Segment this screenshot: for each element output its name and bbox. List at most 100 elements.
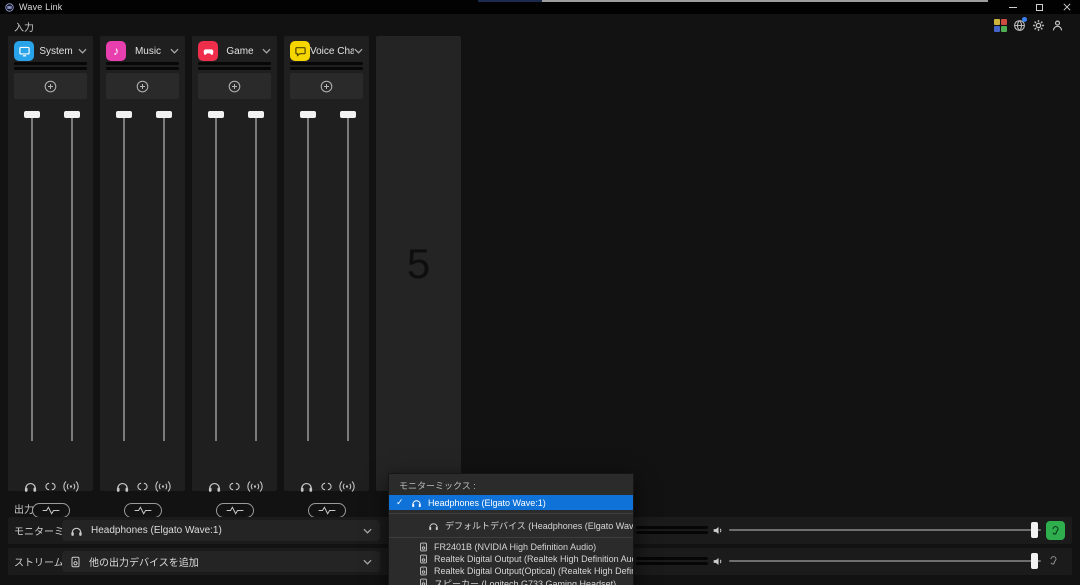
stream-volume-fader[interactable]	[71, 115, 73, 441]
menu-item-label: Headphones (Elgato Wave:1)	[428, 498, 546, 508]
add-effect-button[interactable]	[198, 73, 271, 99]
menu-item-selected[interactable]: ✓ Headphones (Elgato Wave:1)	[389, 495, 633, 510]
input-section-label: 入力	[14, 19, 34, 34]
chevron-down-icon[interactable]	[170, 48, 179, 54]
channel-name: Game	[218, 46, 262, 57]
channel-header[interactable]: Voice Chat	[284, 40, 369, 62]
level-meter	[106, 62, 179, 72]
broadcast-icon[interactable]	[339, 480, 355, 493]
link-icon[interactable]	[229, 481, 240, 492]
fader-handle[interactable]	[64, 111, 80, 118]
channel-header[interactable]: System	[8, 40, 93, 62]
stream-mix-device-value: 他の出力デバイスを追加	[89, 554, 355, 569]
slider-handle[interactable]	[1031, 553, 1038, 569]
gear-icon[interactable]	[1032, 19, 1045, 32]
headphones-icon	[70, 525, 83, 537]
chevron-down-icon[interactable]	[262, 48, 271, 54]
account-icon[interactable]	[1051, 19, 1064, 32]
speaker-device-icon	[419, 554, 428, 564]
menu-item-label: Realtek Digital Output (Realtek High Def…	[434, 554, 633, 564]
menu-separator	[389, 513, 633, 514]
menu-item-device[interactable]: スピーカー (Logitech G733 Gaming Headset)	[389, 577, 633, 585]
speaker-device-icon	[419, 566, 428, 576]
menu-item-device[interactable]: Realtek Digital Output(Optical) (Realtek…	[389, 565, 633, 577]
menu-item-default-device[interactable]: デフォルトデバイス (Headphones (Elgato Wave:1) (D…	[389, 517, 633, 534]
menu-item-device[interactable]: Realtek Digital Output (Realtek High Def…	[389, 553, 633, 565]
globe-update-icon[interactable]	[1013, 19, 1026, 32]
monitoring-toggle-off[interactable]	[1048, 554, 1059, 567]
broadcast-icon[interactable]	[247, 480, 263, 493]
headphone-volume-fader[interactable]	[123, 115, 125, 441]
marketplace-grid-icon[interactable]	[994, 19, 1007, 32]
fader-handle[interactable]	[208, 111, 224, 118]
effects-button[interactable]	[32, 503, 70, 518]
link-icon[interactable]	[45, 481, 56, 492]
headphones-icon[interactable]	[115, 480, 130, 493]
monitor-mix-level-meter	[636, 526, 708, 536]
channel-header[interactable]: Game	[192, 40, 277, 62]
headphones-icon[interactable]	[23, 480, 38, 493]
background-window-sliver	[478, 0, 542, 2]
gamepad-icon	[198, 41, 218, 61]
minimize-button[interactable]	[999, 0, 1026, 14]
broadcast-icon[interactable]	[63, 480, 79, 493]
menu-item-label: FR2401B (NVIDIA High Definition Audio)	[434, 542, 596, 552]
menu-separator	[389, 537, 633, 538]
broadcast-icon[interactable]	[155, 480, 171, 493]
effects-button[interactable]	[216, 503, 254, 518]
fader-handle[interactable]	[116, 111, 132, 118]
menu-item-device[interactable]: FR2401B (NVIDIA High Definition Audio)	[389, 541, 633, 553]
add-effect-button[interactable]	[290, 73, 363, 99]
monitor-mix-device-dropdown[interactable]: Headphones (Elgato Wave:1)	[62, 520, 380, 541]
close-button[interactable]	[1053, 0, 1080, 14]
toolbar	[994, 19, 1064, 32]
stream-mix-volume-slider[interactable]	[729, 560, 1041, 562]
empty-slot-number: 5	[407, 240, 430, 288]
headphone-volume-fader[interactable]	[215, 115, 217, 441]
effects-button[interactable]	[124, 503, 162, 518]
fader-handle[interactable]	[248, 111, 264, 118]
speaker-volume-icon	[711, 555, 725, 568]
channel-strip-music: ♪ Music	[100, 36, 185, 491]
stream-volume-fader[interactable]	[255, 115, 257, 441]
speaker-device-icon	[419, 542, 428, 552]
fader-handle[interactable]	[300, 111, 316, 118]
chat-bubble-icon	[290, 41, 310, 61]
level-meter	[290, 62, 363, 72]
channel-header[interactable]: ♪ Music	[100, 40, 185, 62]
channel-strip-empty-slot[interactable]: 5	[376, 36, 461, 491]
fader-handle[interactable]	[24, 111, 40, 118]
headphone-volume-fader[interactable]	[31, 115, 33, 441]
monitoring-toggle-on[interactable]	[1046, 521, 1065, 540]
fader-handle[interactable]	[340, 111, 356, 118]
stream-volume-fader[interactable]	[347, 115, 349, 441]
menu-title: モニターミックス :	[389, 474, 633, 495]
effects-button[interactable]	[308, 503, 346, 518]
update-available-dot	[1022, 17, 1027, 22]
titlebar: Wave Link	[0, 0, 1080, 14]
maximize-button[interactable]	[1026, 0, 1053, 14]
monitor-mix-volume-slider[interactable]	[729, 529, 1041, 531]
channel-strips: System ♪ Music	[8, 36, 461, 491]
fader-handle[interactable]	[156, 111, 172, 118]
link-icon[interactable]	[137, 481, 148, 492]
channel-name: System	[34, 46, 78, 57]
headphone-volume-fader[interactable]	[307, 115, 309, 441]
headphones-icon[interactable]	[299, 480, 314, 493]
monitor-icon	[14, 41, 34, 61]
headphones-icon[interactable]	[207, 480, 222, 493]
stream-mix-device-dropdown[interactable]: 他の出力デバイスを追加	[62, 551, 380, 572]
stream-volume-fader[interactable]	[163, 115, 165, 441]
slider-handle[interactable]	[1031, 522, 1038, 538]
channel-output-icons	[284, 480, 369, 493]
channel-output-icons	[8, 480, 93, 493]
monitor-mix-device-value: Headphones (Elgato Wave:1)	[91, 525, 355, 536]
chevron-down-icon[interactable]	[78, 48, 87, 54]
speaker-device-icon	[419, 578, 428, 585]
add-effect-button[interactable]	[106, 73, 179, 99]
music-note-icon: ♪	[106, 41, 126, 61]
link-icon[interactable]	[321, 481, 332, 492]
add-effect-button[interactable]	[14, 73, 87, 99]
stream-mix-level-meter	[636, 557, 708, 567]
chevron-down-icon[interactable]	[354, 48, 363, 54]
